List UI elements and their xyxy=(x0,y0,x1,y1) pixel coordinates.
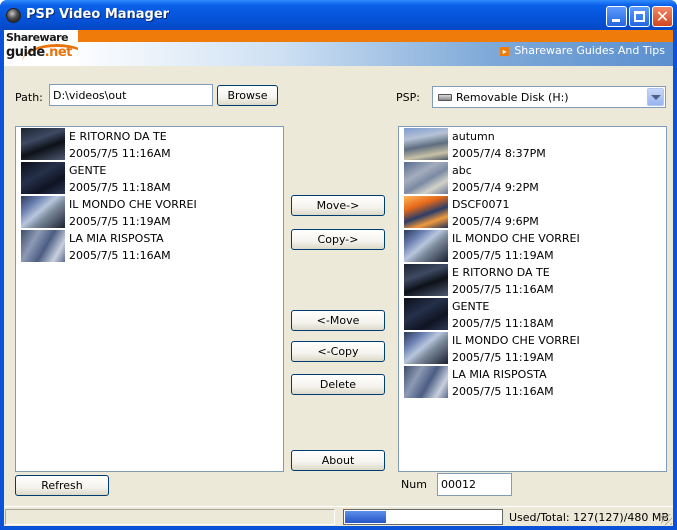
video-name: DSCF0071 xyxy=(452,198,510,211)
video-thumbnail xyxy=(21,128,65,160)
video-thumbnail xyxy=(404,230,448,262)
banner: Shareware guide.net ▸ Shareware Guides An… xyxy=(4,30,673,66)
video-name: E RITORNO DA TE xyxy=(69,130,167,143)
video-name: LA MIA RISPOSTA xyxy=(69,232,164,245)
app-disc-icon xyxy=(6,8,21,23)
browse-button[interactable]: Browse xyxy=(217,85,278,106)
video-name: E RITORNO DA TE xyxy=(452,266,550,279)
psp-video-list[interactable]: autumn 2005/7/4 8:37PM abc 2005/7/4 9:2PM DS… xyxy=(398,126,667,472)
refresh-button[interactable]: Refresh xyxy=(15,475,109,496)
video-name: autumn xyxy=(452,130,495,143)
video-date: 2005/7/5 11:18AM xyxy=(452,317,554,330)
video-date: 2005/7/5 11:16AM xyxy=(452,283,554,296)
video-list-item[interactable]: GENTE 2005/7/5 11:18AM xyxy=(16,161,283,195)
logo-word-net: .net xyxy=(44,45,73,60)
video-name: IL MONDO CHE VORREI xyxy=(452,334,580,347)
status-pane xyxy=(5,509,335,525)
video-list-item[interactable]: E RITORNO DA TE 2005/7/5 11:16AM xyxy=(399,263,666,297)
video-thumbnail xyxy=(404,366,448,398)
video-date: 2005/7/5 11:18AM xyxy=(69,181,171,194)
path-input[interactable] xyxy=(49,84,213,106)
video-thumbnail xyxy=(21,196,65,228)
removable-disk-icon xyxy=(438,94,452,101)
disk-usage-fill xyxy=(345,511,387,523)
tagline-link[interactable]: ▸ Shareware Guides And Tips xyxy=(500,44,665,57)
title-bar[interactable]: PSP Video Manager ✕ xyxy=(0,0,677,30)
banner-orange-stripe xyxy=(64,30,673,42)
maximize-icon xyxy=(634,11,645,22)
video-name: GENTE xyxy=(452,300,490,313)
video-list-item[interactable]: autumn 2005/7/4 8:37PM xyxy=(399,127,666,161)
psp-drive-select[interactable]: Removable Disk (H:) xyxy=(432,86,666,108)
video-thumbnail xyxy=(21,230,65,262)
about-button[interactable]: About xyxy=(291,450,385,471)
psp-label: PSP: xyxy=(396,91,420,104)
close-button[interactable]: ✕ xyxy=(652,6,673,27)
video-list-item[interactable]: LA MIA RISPOSTA 2005/7/5 11:16AM xyxy=(16,229,283,263)
disk-usage-progress xyxy=(343,509,503,525)
logo-line-2: guide.net xyxy=(6,45,72,60)
num-field[interactable] xyxy=(437,473,512,496)
logo-word-guide: guide xyxy=(6,45,45,60)
status-bar: Used/Total: 127(127)/480 MB xyxy=(4,506,673,526)
local-video-list[interactable]: E RITORNO DA TE 2005/7/5 11:16AM GENTE 2005… xyxy=(15,126,284,472)
minimize-icon xyxy=(612,19,620,22)
chevron-down-icon xyxy=(651,95,661,100)
video-date: 2005/7/5 11:16AM xyxy=(69,147,171,160)
video-date: 2005/7/4 9:2PM xyxy=(452,181,539,194)
video-name: GENTE xyxy=(69,164,107,177)
video-thumbnail xyxy=(404,128,448,160)
app-window: PSP Video Manager ✕ Shareware guide.net … xyxy=(0,0,677,530)
video-name: IL MONDO CHE VORREI xyxy=(69,198,197,211)
video-list-item[interactable]: IL MONDO CHE VORREI 2005/7/5 11:19AM xyxy=(399,331,666,365)
video-name: LA MIA RISPOSTA xyxy=(452,368,547,381)
dropdown-button[interactable] xyxy=(647,88,664,106)
video-thumbnail xyxy=(404,264,448,296)
video-date: 2005/7/5 11:19AM xyxy=(452,351,554,364)
video-date: 2005/7/4 9:6PM xyxy=(452,215,539,228)
minimize-button[interactable] xyxy=(606,6,627,27)
video-name: abc xyxy=(452,164,472,177)
video-thumbnail xyxy=(404,162,448,194)
video-date: 2005/7/5 11:19AM xyxy=(69,215,171,228)
video-date: 2005/7/5 11:16AM xyxy=(452,385,554,398)
move-from-psp-button[interactable]: <-Move xyxy=(291,310,385,331)
path-label: Path: xyxy=(15,91,43,104)
video-date: 2005/7/4 8:37PM xyxy=(452,147,546,160)
video-thumbnail xyxy=(404,332,448,364)
video-list-item[interactable]: LA MIA RISPOSTA 2005/7/5 11:16AM xyxy=(399,365,666,399)
video-date: 2005/7/5 11:16AM xyxy=(69,249,171,262)
client-area: Shareware guide.net ▸ Shareware Guides An… xyxy=(4,30,673,526)
logo-line-1: Shareware xyxy=(6,31,69,44)
move-to-psp-button[interactable]: Move-> xyxy=(291,195,385,216)
tagline-text: Shareware Guides And Tips xyxy=(514,44,665,57)
arrow-right-icon: ▸ xyxy=(500,47,510,56)
copy-from-psp-button[interactable]: <-Copy xyxy=(291,341,385,362)
video-thumbnail xyxy=(21,162,65,194)
close-icon: ✕ xyxy=(655,7,670,26)
video-thumbnail xyxy=(404,298,448,330)
video-list-item[interactable]: IL MONDO CHE VORREI 2005/7/5 11:19AM xyxy=(16,195,283,229)
video-name: IL MONDO CHE VORREI xyxy=(452,232,580,245)
disk-usage-text: Used/Total: 127(127)/480 MB xyxy=(509,511,669,524)
video-date: 2005/7/5 11:19AM xyxy=(452,249,554,262)
video-list-item[interactable]: GENTE 2005/7/5 11:18AM xyxy=(399,297,666,331)
window-title: PSP Video Manager xyxy=(26,7,170,22)
delete-button[interactable]: Delete xyxy=(291,374,385,395)
video-list-item[interactable]: abc 2005/7/4 9:2PM xyxy=(399,161,666,195)
num-label: Num xyxy=(401,478,427,491)
maximize-button[interactable] xyxy=(629,6,650,27)
psp-drive-value: Removable Disk (H:) xyxy=(456,91,569,104)
video-list-item[interactable]: IL MONDO CHE VORREI 2005/7/5 11:19AM xyxy=(399,229,666,263)
resize-grip-icon[interactable] xyxy=(661,514,672,525)
video-list-item[interactable]: E RITORNO DA TE 2005/7/5 11:16AM xyxy=(16,127,283,161)
video-thumbnail xyxy=(404,196,448,228)
video-list-item[interactable]: DSCF0071 2005/7/4 9:6PM xyxy=(399,195,666,229)
sharewareguide-logo[interactable]: Shareware guide.net xyxy=(4,30,78,66)
copy-to-psp-button[interactable]: Copy-> xyxy=(291,229,385,250)
